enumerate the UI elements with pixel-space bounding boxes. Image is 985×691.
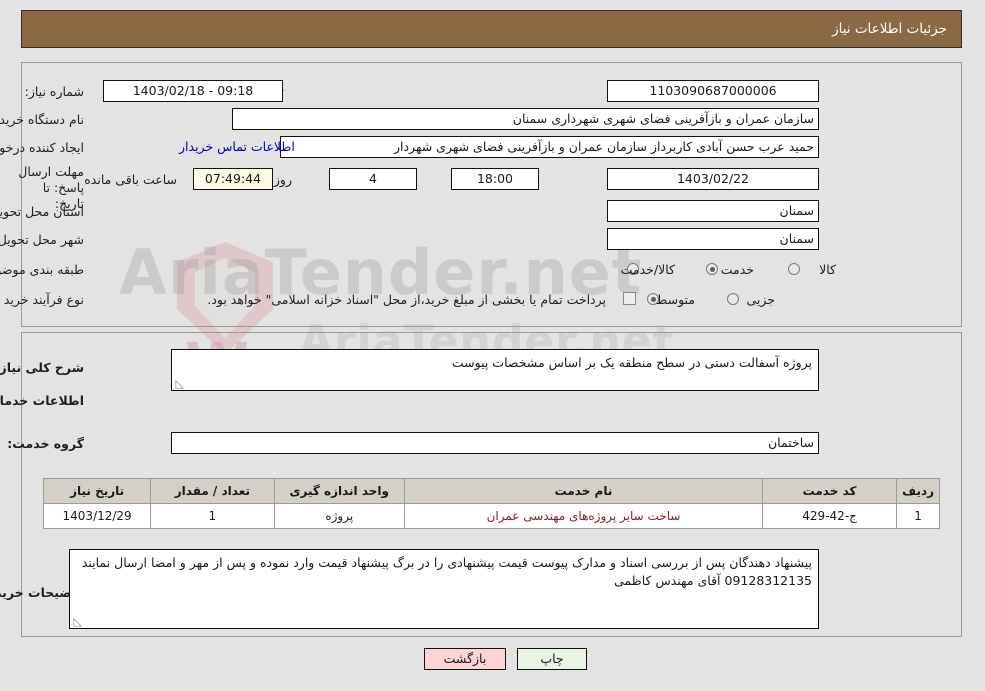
services-heading: اطلاعات خدمات مورد نیاز bbox=[0, 393, 85, 408]
province-label: استان محل تحویل: bbox=[0, 204, 85, 219]
treasury-bond-note: پرداخت تمام یا بخشی از مبلغ خرید،از محل … bbox=[208, 292, 607, 307]
city-field[interactable]: سمنان bbox=[608, 228, 820, 250]
city-label: شهر محل تحویل: bbox=[0, 232, 85, 247]
service-group-label: گروه خدمت: bbox=[8, 436, 85, 451]
cell-service-name: ساخت سایر پروژه‌های مهندسی عمران bbox=[405, 503, 764, 529]
cell-row-number: 1 bbox=[897, 503, 941, 529]
general-desc-value: پروژه آسفالت دستی در سطح منطقه یک بر اسا… bbox=[452, 355, 813, 370]
deadline-days-field[interactable]: 4 bbox=[330, 168, 418, 190]
cell-service-code: ج-42-429 bbox=[762, 503, 899, 529]
purchase-type-label: نوع فرآیند خرید : bbox=[0, 292, 85, 307]
radio-subject-khedmat[interactable] bbox=[707, 263, 719, 275]
subject-class-label: طبقه بندی موضوعی: bbox=[0, 262, 85, 277]
general-desc-label: شرح کلی نیاز: bbox=[0, 360, 85, 375]
province-field[interactable]: سمنان bbox=[608, 200, 820, 222]
radio-purchase-jozii[interactable] bbox=[728, 293, 740, 305]
buyer-org-field[interactable]: سازمان عمران و بازآفرینی فضای شهری شهردا… bbox=[233, 108, 820, 130]
requester-field[interactable]: حمید عرب حسن آبادی کاربرداز سازمان عمران… bbox=[281, 136, 820, 158]
page-header-bar: جزئیات اطلاعات نیاز bbox=[22, 10, 963, 48]
service-group-field[interactable]: ساختمان bbox=[172, 432, 820, 454]
radio-purchase-motevaset-label: متوسط bbox=[656, 292, 696, 307]
page-title: جزئیات اطلاعات نیاز bbox=[833, 21, 948, 37]
radio-subject-kala-khedmat-label: کالا/خدمت bbox=[621, 262, 676, 277]
deadline-countdown-label: ساعت باقی مانده bbox=[85, 172, 178, 187]
th-service-code: کد خدمت bbox=[762, 478, 899, 504]
radio-purchase-jozii-label: جزیی bbox=[747, 292, 776, 307]
cell-need-date: 1403/12/29 bbox=[43, 503, 153, 529]
th-service-name: نام خدمت bbox=[405, 478, 764, 504]
announce-datetime-field[interactable]: 09:18 - 1403/02/18 bbox=[104, 80, 284, 102]
services-table: ردیف کد خدمت نام خدمت واحد اندازه گیری ت… bbox=[43, 478, 941, 529]
back-button[interactable]: بازگشت bbox=[425, 648, 507, 670]
radio-subject-kala[interactable] bbox=[789, 263, 801, 275]
resize-grip-icon[interactable]: ◺ bbox=[175, 378, 185, 389]
th-need-date: تاریخ نیاز bbox=[43, 478, 153, 504]
table-header-row: ردیف کد خدمت نام خدمت واحد اندازه گیری ت… bbox=[43, 478, 941, 504]
radio-subject-khedmat-label: خدمت bbox=[721, 262, 755, 277]
th-row-number: ردیف bbox=[897, 478, 941, 504]
cell-unit: پروژه bbox=[274, 503, 407, 529]
requester-label: ایجاد کننده درخواست: bbox=[0, 140, 85, 155]
resize-grip-icon-notes[interactable]: ◺ bbox=[73, 616, 83, 627]
general-desc-textarea[interactable]: پروژه آسفالت دستی در سطح منطقه یک بر اسا… bbox=[172, 349, 820, 391]
need-number-label: شماره نیاز: bbox=[25, 84, 85, 99]
buyer-org-label: نام دستگاه خریدار: bbox=[0, 112, 85, 127]
cell-quantity: 1 bbox=[151, 503, 276, 529]
print-button[interactable]: چاپ bbox=[518, 648, 588, 670]
deadline-date-field[interactable]: 1403/02/22 bbox=[608, 168, 820, 190]
buyer-notes-value: پیشنهاد دهندگان پس از بررسی اسناد و مدار… bbox=[82, 555, 813, 588]
buyer-notes-textarea[interactable]: پیشنهاد دهندگان پس از بررسی اسناد و مدار… bbox=[70, 549, 820, 629]
deadline-countdown-field: 07:49:44 bbox=[194, 168, 274, 190]
need-number-field[interactable]: 1103090687000006 bbox=[608, 80, 820, 102]
buyer-contact-link[interactable]: اطلاعات تماس خریدار bbox=[180, 139, 296, 154]
th-unit: واحد اندازه گیری bbox=[274, 478, 407, 504]
deadline-hour-field[interactable]: 18:00 bbox=[452, 168, 540, 190]
th-quantity: تعداد / مقدار bbox=[151, 478, 276, 504]
table-row: 1 ج-42-429 ساخت سایر پروژه‌های مهندسی عم… bbox=[43, 503, 941, 529]
treasury-bond-checkbox[interactable] bbox=[624, 292, 637, 305]
radio-subject-kala-label: کالا bbox=[820, 262, 837, 277]
